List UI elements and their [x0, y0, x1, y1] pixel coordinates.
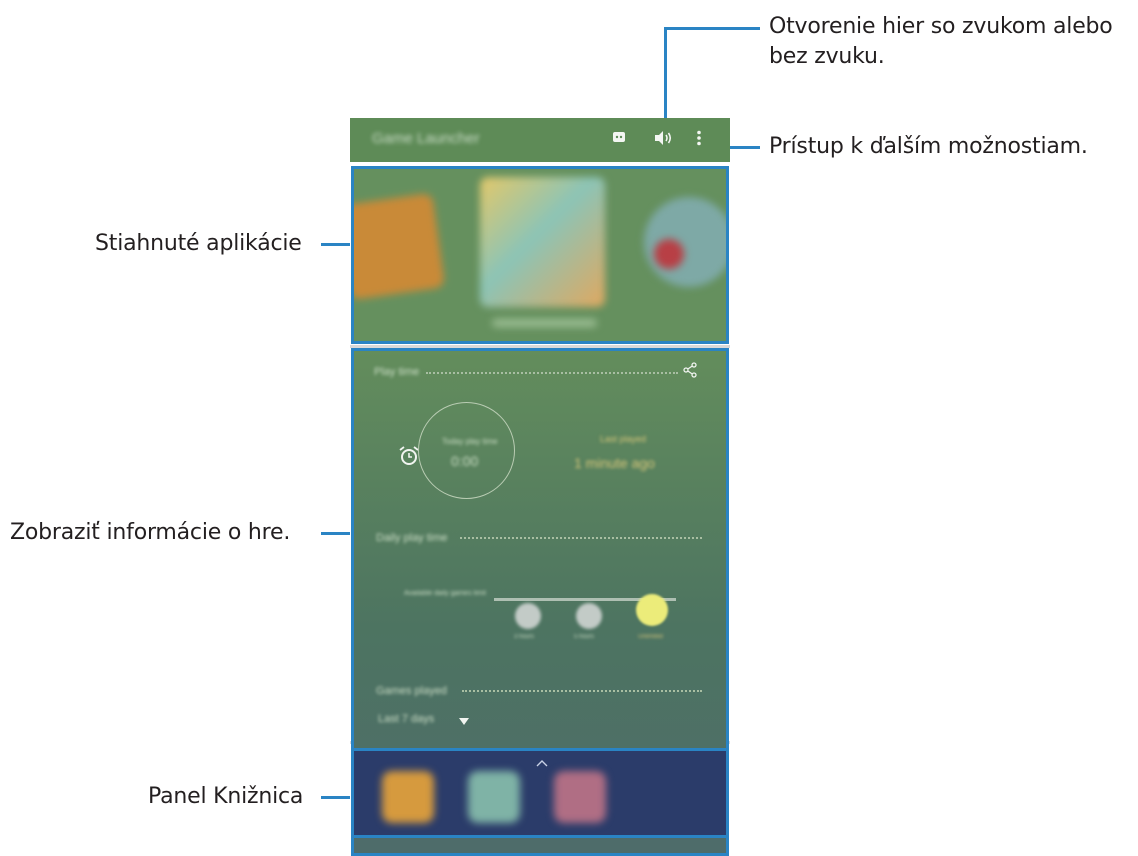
callout-library: Panel Knižnica [148, 784, 304, 809]
game-launcher-screen: Game Launcher Play time Today play time … [350, 118, 730, 856]
leader-sound-h [664, 27, 760, 30]
game-label [492, 319, 597, 327]
today-play-label: Today play time [442, 437, 498, 446]
game-thumbnail[interactable] [480, 177, 605, 307]
app-title: Game Launcher [372, 130, 480, 147]
downloaded-apps-panel [351, 166, 729, 344]
chevron-up-icon[interactable] [536, 754, 548, 772]
limit-option[interactable] [576, 603, 602, 629]
chevron-down-icon[interactable] [459, 713, 469, 731]
discord-icon[interactable] [612, 130, 626, 149]
callout-apps: Stiahnuté aplikácie [95, 231, 302, 256]
last-played-value: 1 minute ago [574, 455, 655, 471]
leader-info [321, 532, 350, 535]
library-panel [351, 748, 729, 838]
speaker-icon[interactable] [653, 130, 673, 151]
library-game-icon[interactable] [554, 771, 606, 823]
today-play-value: 0:00 [451, 453, 479, 469]
leader-apps [321, 243, 350, 246]
game-thumbnail[interactable] [644, 197, 726, 287]
limit-label: Available daily games limit [404, 590, 486, 597]
game-thumbnail[interactable] [354, 192, 446, 301]
callout-more: Prístup k ďalším možnostiam. [769, 134, 1088, 159]
library-game-icon[interactable] [468, 771, 520, 823]
callout-sound-line2: bez zvuku. [769, 44, 885, 69]
limit-option[interactable] [515, 603, 541, 629]
share-icon[interactable] [682, 362, 698, 383]
games-stats-label: Games played [376, 685, 447, 697]
dotted-separator [462, 690, 702, 692]
dotted-separator [426, 372, 678, 374]
leader-library [321, 796, 350, 799]
library-game-icon[interactable] [382, 771, 434, 823]
dotted-separator [460, 537, 702, 539]
period-select-label[interactable]: Last 7 days [378, 713, 434, 725]
app-bar: Game Launcher [350, 118, 730, 162]
limit-option-label: Unlimited [638, 634, 664, 640]
callout-sound-line1: Otvorenie hier so zvukom alebo [769, 14, 1113, 39]
alarm-clock-icon [398, 445, 420, 472]
last-played-label: Last played [600, 434, 647, 444]
callout-info: Zobraziť informácie o hre. [10, 520, 291, 545]
game-thumbnail [654, 239, 684, 269]
daily-play-time-label: Daily play time [376, 532, 448, 544]
play-time-label: Play time [374, 366, 420, 378]
play-time-ring [418, 402, 515, 499]
limit-option-selected[interactable] [636, 594, 668, 626]
limit-option-label: 3 hours [514, 634, 535, 640]
more-icon[interactable] [696, 130, 702, 151]
limit-option-label: 5 hours [574, 634, 595, 640]
